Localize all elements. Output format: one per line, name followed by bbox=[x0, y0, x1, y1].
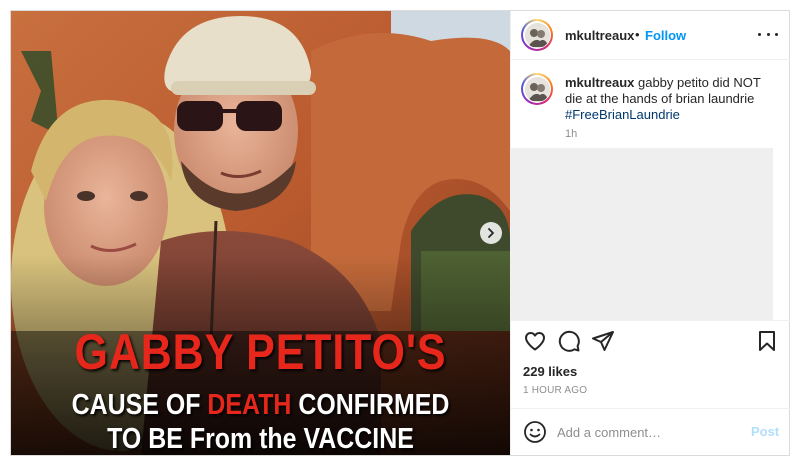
author-avatar[interactable] bbox=[521, 19, 553, 51]
post-caption: mkultreaux gabby petito did NOT die at t… bbox=[565, 75, 775, 123]
separator-dot: • bbox=[635, 27, 640, 42]
post-header: mkultreaux • Follow bbox=[511, 11, 790, 60]
next-image-button[interactable] bbox=[480, 222, 502, 244]
comments-placeholder bbox=[511, 148, 773, 320]
likes-count[interactable]: 229 likes bbox=[523, 364, 577, 379]
post-image[interactable]: GABBY PETITO'S CAUSE OF DEATH CONFIRMED … bbox=[11, 11, 510, 455]
caption-username[interactable]: mkultreaux bbox=[565, 75, 634, 90]
follow-button[interactable]: Follow bbox=[645, 28, 686, 43]
chevron-right-icon bbox=[488, 228, 494, 238]
post-sidebar: mkultreaux • Follow mkultreaux gabby pet… bbox=[510, 11, 790, 455]
caption-hashtag[interactable]: #FreeBrianLaundrie bbox=[565, 107, 680, 122]
instagram-post: GABBY PETITO'S CAUSE OF DEATH CONFIRMED … bbox=[10, 10, 790, 456]
share-icon[interactable] bbox=[591, 329, 615, 353]
posted-time[interactable]: 1 HOUR AGO bbox=[523, 385, 587, 396]
subline-text-1: CAUSE OF DEATH CONFIRMED bbox=[71, 389, 450, 421]
more-options-icon[interactable] bbox=[758, 26, 778, 42]
subline-text-2: TO BE From the VACCINE bbox=[107, 423, 414, 455]
caption-time: 1h bbox=[565, 128, 578, 140]
post-comment-button[interactable]: Post bbox=[751, 424, 779, 439]
comment-bar: Post bbox=[511, 408, 790, 456]
action-bar: 229 likes 1 HOUR AGO bbox=[511, 320, 790, 409]
avatar-image-icon bbox=[524, 76, 550, 102]
comment-icon[interactable] bbox=[557, 329, 581, 353]
heart-icon[interactable] bbox=[523, 329, 547, 353]
caption-avatar[interactable] bbox=[521, 73, 553, 105]
avatar-image-icon bbox=[524, 22, 550, 48]
author-username[interactable]: mkultreaux bbox=[565, 28, 634, 43]
bookmark-icon[interactable] bbox=[755, 329, 779, 353]
comment-input[interactable] bbox=[557, 421, 737, 443]
emoji-icon[interactable] bbox=[523, 420, 547, 444]
headline-text: GABBY PETITO'S bbox=[74, 324, 447, 380]
